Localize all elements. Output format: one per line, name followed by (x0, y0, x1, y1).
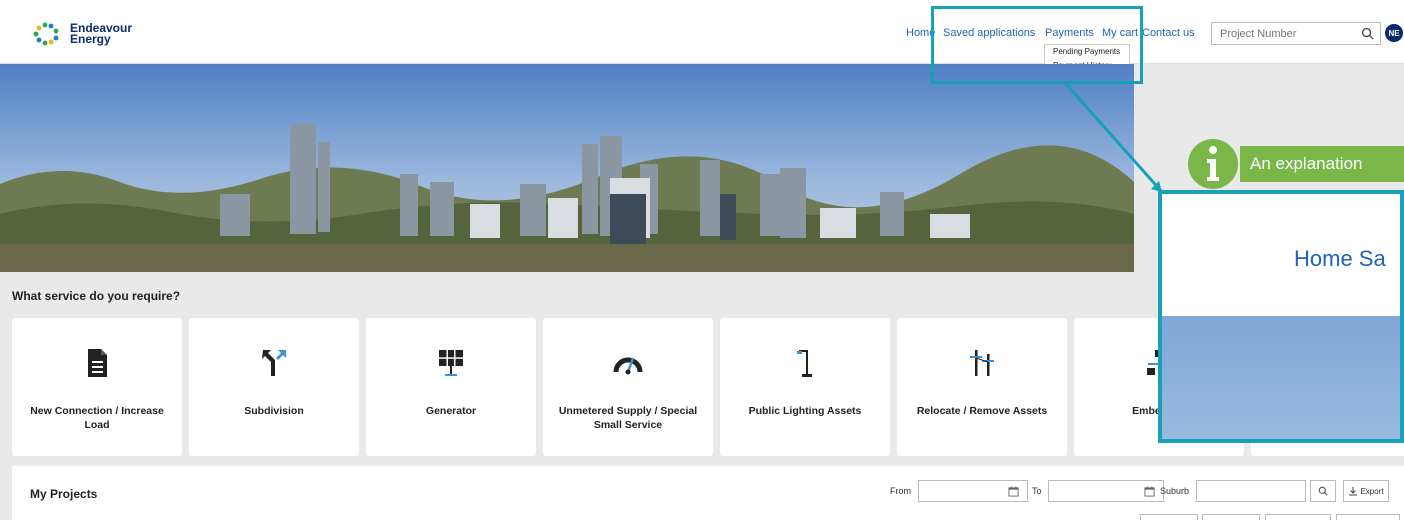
document-icon (88, 349, 107, 377)
service-card-relocate-assets[interactable]: Relocate / Remove Assets (897, 318, 1067, 456)
top-header: Endeavour Energy Home Saved applications… (0, 0, 1404, 64)
service-card-new-connection[interactable]: New Connection / Increase Load (12, 318, 182, 456)
logo-icon (33, 22, 59, 46)
filter-button[interactable] (1202, 514, 1260, 520)
nav-contact-us[interactable]: Contact us (1142, 27, 1195, 39)
my-projects-panel: My Projects From To Suburb Export (12, 466, 1404, 520)
filter-button[interactable] (1140, 514, 1198, 520)
highlight-box (931, 6, 1143, 84)
explanation-banner: An explanation (1240, 146, 1404, 182)
calendar-icon[interactable] (1008, 486, 1019, 497)
card-label: Public Lighting Assets (748, 405, 862, 417)
zoom-hero (1162, 316, 1400, 439)
zoom-preview: Home Sa (1158, 190, 1404, 443)
project-search (1211, 22, 1381, 45)
hero-city-banner (0, 64, 1134, 272)
service-card-unmetered-supply[interactable]: Unmetered Supply / Special Small Service (543, 318, 713, 456)
card-label: Subdivision (244, 405, 304, 417)
card-label: Relocate / Remove Assets (916, 405, 1048, 417)
from-date-input[interactable] (918, 480, 1028, 502)
city-skyline-image (0, 64, 1134, 272)
to-label: To (1032, 486, 1042, 496)
power-pole-icon (970, 350, 994, 376)
suburb-input[interactable] (1196, 480, 1306, 502)
service-section-title: What service do you require? (12, 289, 181, 303)
suburb-label: Suburb (1160, 486, 1190, 496)
split-arrow-icon (262, 350, 286, 376)
to-date-input[interactable] (1048, 480, 1164, 502)
download-icon (1349, 487, 1358, 496)
service-card-generator[interactable]: Generator (366, 318, 536, 456)
card-label: New Connection / Increase Load (30, 405, 164, 431)
export-button[interactable]: Export (1343, 480, 1389, 502)
service-card-subdivision[interactable]: Subdivision (189, 318, 359, 456)
search-icon (1318, 486, 1328, 496)
my-projects-title: My Projects (30, 487, 98, 501)
from-label: From (890, 486, 911, 496)
info-icon (1188, 139, 1238, 189)
service-card-public-lighting[interactable]: Public Lighting Assets (720, 318, 890, 456)
projects-search-button[interactable] (1310, 480, 1336, 502)
endeavour-logo[interactable]: Endeavour Energy (30, 22, 132, 46)
street-light-icon (797, 350, 812, 377)
zoom-nav-text: Home Sa (1294, 246, 1386, 271)
filter-button[interactable] (1265, 514, 1331, 520)
search-icon[interactable] (1361, 27, 1374, 40)
user-avatar[interactable]: NE (1385, 24, 1403, 42)
card-label: Unmetered Supply / Special Small Service (558, 405, 698, 431)
gauge-icon (613, 357, 643, 375)
info-i-glyph (1207, 146, 1219, 181)
export-label: Export (1360, 486, 1384, 496)
logo-wordmark: Endeavour Energy (70, 22, 132, 46)
solar-panel-icon (439, 350, 463, 376)
logo-line2: Energy (70, 32, 111, 46)
card-label: Generator (425, 405, 477, 417)
filter-button[interactable] (1336, 514, 1400, 520)
project-number-input[interactable] (1212, 23, 1352, 44)
calendar-icon[interactable] (1144, 486, 1155, 497)
